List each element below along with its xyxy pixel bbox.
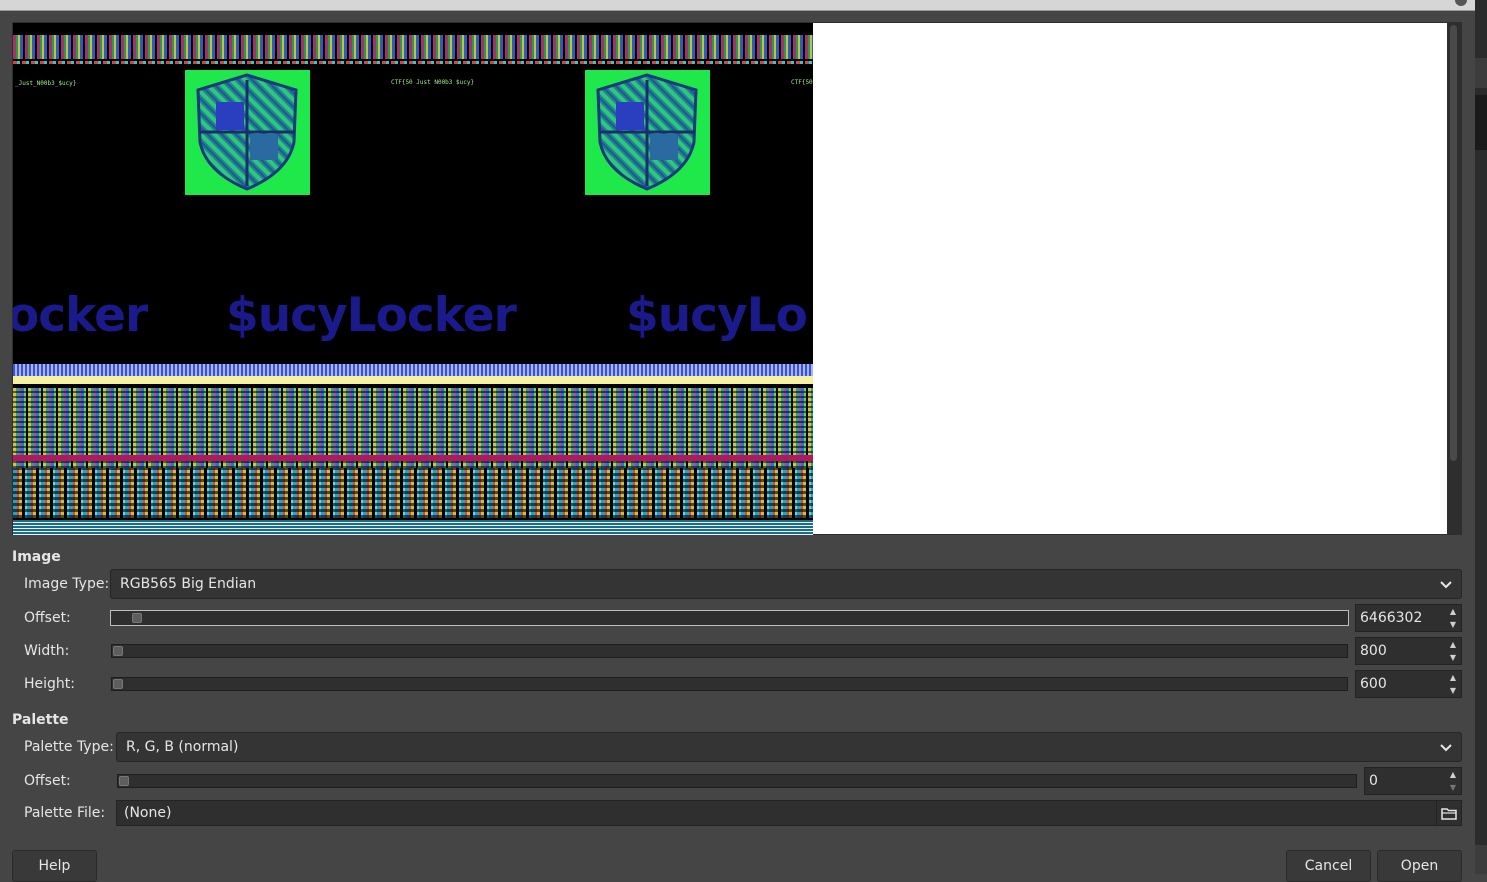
preview-raw-text: _Just_N00b3_$ucy} (15, 80, 77, 87)
slider-handle[interactable] (113, 679, 123, 689)
preview-noise-band (13, 468, 813, 518)
background-block (1475, 58, 1487, 88)
spin-up-icon[interactable]: ▲ (1445, 671, 1461, 684)
preview-raw-text: CTF{50 Just N00b3 $ucy} (391, 79, 475, 86)
image-preview: _Just_N00b3_$ucy} CTF{50 Just N00b3 $ucy… (12, 22, 1462, 535)
help-button[interactable]: Help (12, 850, 97, 882)
palette-file-label: Palette File: (24, 805, 106, 821)
palette-offset-value: 0 (1369, 773, 1378, 789)
palette-offset-label: Offset: (24, 773, 71, 789)
slider-handle[interactable] (113, 646, 123, 656)
raw-data-preview: _Just_N00b3_$ucy} CTF{50 Just N00b3 $ucy… (13, 23, 813, 535)
background-window-strip (1475, 0, 1487, 874)
spin-up-icon[interactable]: ▲ (1445, 605, 1461, 618)
dialog-titlebar (0, 0, 1475, 11)
preview-noise-band (13, 455, 813, 461)
palette-section-title: Palette (12, 712, 69, 728)
palette-type-label: Palette Type: (24, 739, 114, 755)
offset-label: Offset: (24, 610, 71, 626)
preview-noise-band (13, 35, 813, 59)
shield-icon (196, 73, 298, 191)
palette-offset-slider[interactable] (117, 774, 1357, 788)
spin-down-icon[interactable]: ▼ (1445, 651, 1461, 664)
height-spinbox[interactable]: 600 ▲ ▼ (1355, 670, 1462, 698)
width-slider[interactable] (111, 644, 1348, 658)
palette-offset-spinbox[interactable]: 0 ▲ ▼ (1364, 767, 1462, 795)
preview-noise-band (13, 61, 813, 64)
background-block (1475, 845, 1487, 874)
preview-noise-band (13, 520, 813, 535)
width-value: 800 (1360, 643, 1387, 659)
open-button[interactable]: Open (1377, 850, 1462, 882)
shield-icon (596, 73, 698, 191)
image-type-value: RGB565 Big Endian (120, 576, 257, 592)
palette-type-dropdown[interactable]: R, G, B (normal) (116, 732, 1462, 762)
width-spinbox[interactable]: 800 ▲ ▼ (1355, 637, 1462, 665)
offset-slider[interactable] (110, 610, 1349, 626)
chevron-down-icon (1440, 744, 1452, 752)
preview-raw-text: CTF{50 (791, 79, 813, 86)
background-block (1475, 95, 1487, 150)
image-type-label: Image Type: (24, 576, 110, 592)
slider-handle[interactable] (119, 776, 129, 786)
palette-file-value: (None) (124, 805, 172, 821)
shield-image (185, 70, 310, 195)
scrollbar-thumb[interactable] (1450, 25, 1457, 461)
offset-value: 6466302 (1360, 610, 1423, 626)
offset-spinbox[interactable]: 6466302 ▲ ▼ (1355, 604, 1462, 632)
preview-brand-text: ocker (13, 288, 148, 343)
preview-brand-text: $ucyLocker (226, 288, 517, 343)
preview-brand-text: $ucyLo (626, 288, 808, 343)
image-section-title: Image (12, 549, 61, 565)
spin-down-icon[interactable]: ▼ (1445, 781, 1461, 794)
spin-up-icon[interactable]: ▲ (1445, 638, 1461, 651)
folder-icon[interactable] (1436, 801, 1461, 825)
preview-noise-band (13, 376, 813, 384)
spin-down-icon[interactable]: ▼ (1445, 618, 1461, 631)
slider-handle[interactable] (132, 613, 142, 623)
palette-file-chooser[interactable]: (None) (116, 800, 1462, 826)
height-label: Height: (24, 676, 75, 692)
close-icon[interactable] (1455, 0, 1467, 6)
spin-up-icon[interactable]: ▲ (1445, 768, 1461, 781)
image-type-dropdown[interactable]: RGB565 Big Endian (110, 569, 1462, 599)
height-slider[interactable] (111, 677, 1348, 691)
palette-type-value: R, G, B (normal) (126, 739, 239, 755)
preview-scrollbar[interactable] (1447, 23, 1461, 535)
preview-noise-band (13, 364, 813, 376)
spin-down-icon[interactable]: ▼ (1445, 684, 1461, 697)
shield-image (585, 70, 710, 195)
width-label: Width: (24, 643, 70, 659)
height-value: 600 (1360, 676, 1387, 692)
cancel-button[interactable]: Cancel (1286, 850, 1371, 882)
chevron-down-icon (1440, 581, 1452, 589)
